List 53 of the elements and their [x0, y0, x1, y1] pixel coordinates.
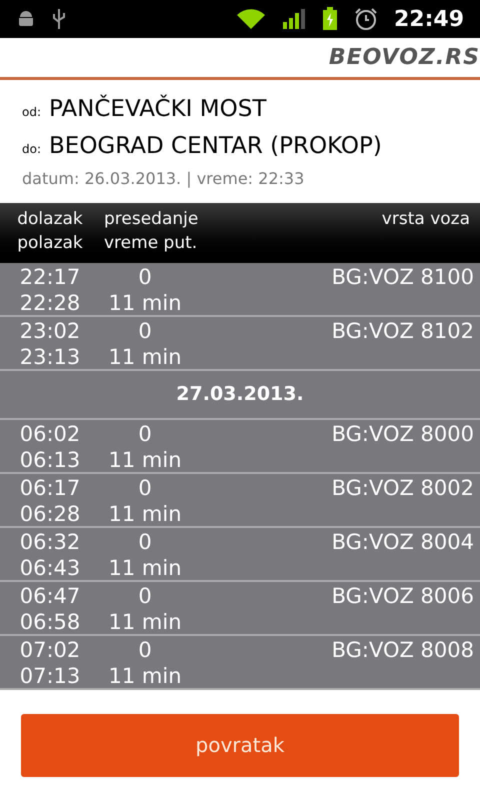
departure-time: 07:13 [20, 663, 80, 689]
to-label: do: [22, 140, 42, 158]
column-header: presedanje [104, 208, 200, 231]
departure-time: 06:43 [20, 555, 80, 581]
train-name: BG:VOZ 8102 [332, 319, 474, 343]
train-name: BG:VOZ 8000 [332, 422, 474, 446]
column-header: vrsta voza [382, 208, 470, 231]
transfers-count: 0 [138, 637, 152, 663]
departure-time: 06:58 [20, 609, 80, 635]
column-header: dolazak [17, 208, 83, 231]
transfers-count: 0 [138, 529, 152, 555]
arrival-time: 06:02 [20, 421, 80, 447]
arrival-time: 07:02 [20, 637, 80, 663]
departure-time: 06:13 [20, 447, 80, 473]
app-logo: BEOVOZ.RS [328, 44, 480, 72]
travel-duration: 11 min [108, 447, 182, 473]
alarm-icon [354, 7, 378, 31]
travel-duration: 11 min [108, 501, 182, 527]
arrival-time: 06:32 [20, 529, 80, 555]
travel-duration: 11 min [108, 555, 182, 581]
back-button[interactable]: povratak [21, 714, 459, 776]
arrival-time: 06:47 [20, 583, 80, 609]
arrival-time: 22:17 [20, 264, 80, 290]
transfers-count: 0 [138, 421, 152, 447]
clock-time: 22:49 [394, 6, 464, 34]
from-station: PANČEVAČKI MOST [49, 94, 266, 124]
column-header: polazak [17, 232, 83, 255]
date-text: 27.03.2013. [176, 382, 304, 408]
column-header: vreme put. [104, 232, 198, 255]
arrival-time: 23:02 [20, 318, 80, 344]
train-name: BG:VOZ 8008 [332, 638, 474, 662]
battery-icon [322, 7, 338, 31]
travel-duration: 11 min [108, 663, 182, 689]
departure-time: 06:28 [20, 501, 80, 527]
from-label: od: [22, 104, 42, 121]
train-name: BG:VOZ 8006 [332, 584, 474, 608]
to-station: BEOGRAD CENTAR (PROKOP) [49, 132, 382, 160]
travel-duration: 11 min [108, 344, 182, 370]
train-name: BG:VOZ 8100 [332, 265, 474, 289]
arrival-time: 06:17 [20, 475, 80, 501]
departure-time: 23:13 [20, 344, 80, 370]
transfers-count: 0 [138, 475, 152, 501]
wifi-icon [236, 8, 266, 30]
transfers-count: 0 [138, 318, 152, 344]
train-name: BG:VOZ 8002 [332, 476, 474, 500]
departure-time: 22:28 [20, 290, 80, 316]
travel-duration: 11 min [108, 609, 182, 635]
signal-icon [282, 8, 306, 30]
travel-duration: 11 min [108, 290, 182, 316]
date-time-info: datum: 26.03.2013. | vreme: 22:33 [22, 169, 304, 188]
train-name: BG:VOZ 8004 [332, 530, 474, 554]
transfers-count: 0 [138, 583, 152, 609]
transfers-count: 0 [138, 264, 152, 290]
